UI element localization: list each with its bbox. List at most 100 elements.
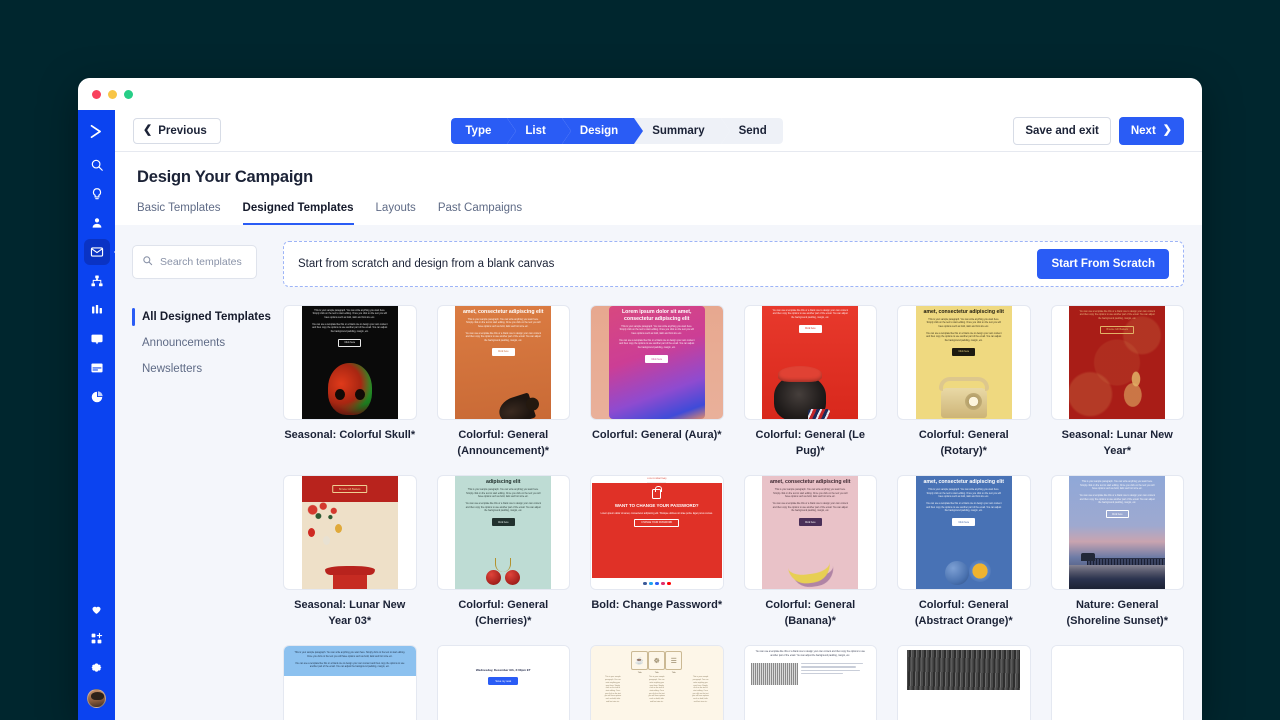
thumb-button: Click here: [798, 324, 822, 333]
thumb-paragraph: You can use a template like this or a bl…: [465, 503, 541, 512]
template-card[interactable]: Wednesday, December 9th, 2:00pm ET Save …: [436, 645, 570, 720]
bar-chart-icon[interactable]: [84, 297, 110, 323]
tab-basic-templates[interactable]: Basic Templates: [137, 202, 221, 225]
browser-icon[interactable]: [84, 355, 110, 381]
template-card[interactable]: Lorem ipsum dolor sit amet, consectetur …: [590, 305, 724, 459]
thumb-button: Click here: [952, 347, 976, 356]
search-templates-box[interactable]: [132, 245, 257, 279]
step-send[interactable]: Send: [720, 117, 783, 144]
template-card[interactable]: amet, consectetur adipiscing elit This i…: [897, 305, 1031, 459]
thumb-paragraph: This is your sample paragraph. You can w…: [692, 676, 709, 703]
template-label: Bold: Change Password*: [591, 599, 723, 612]
step-summary-label: Summary: [652, 124, 705, 137]
tab-layouts[interactable]: Layouts: [376, 202, 416, 225]
sidebar-item-campaigns[interactable]: [83, 239, 110, 265]
previous-button[interactable]: ❮ Previous: [133, 117, 221, 144]
rotary-phone-art: [938, 377, 989, 418]
template-card[interactable]: This is your sample paragraph. You can w…: [283, 645, 417, 720]
thumb-button: Click here: [645, 355, 669, 363]
gear-icon[interactable]: [84, 654, 110, 680]
start-from-scratch-button[interactable]: Start From Scratch: [1037, 249, 1169, 279]
thumb-paragraph: You can use a template like this or a bl…: [755, 651, 865, 657]
category-all-designed-templates[interactable]: All Designed Templates: [132, 304, 273, 330]
category-announcements[interactable]: Announcements: [132, 330, 273, 356]
pie-chart-icon[interactable]: [84, 384, 110, 410]
step-type-label: Type: [465, 124, 492, 137]
lunar-scene-art: [302, 502, 398, 590]
search-input[interactable]: [160, 256, 247, 268]
template-card[interactable]: Browse Gift Baskets Seasonal: Lunar New …: [283, 475, 417, 629]
step-design[interactable]: Design: [561, 117, 644, 144]
next-button[interactable]: Next ❯: [1118, 116, 1184, 145]
save-and-exit-button[interactable]: Save and exit: [1013, 116, 1111, 145]
thumb-paragraph: You can use a template like this or a bl…: [618, 340, 695, 349]
thumb-paragraph: This is your sample paragraph. You can w…: [648, 676, 666, 703]
megaphone-art: [496, 392, 537, 419]
rail-bottom-group: [84, 596, 110, 720]
template-thumbnail: You can use a template like this or a bl…: [743, 305, 877, 420]
template-thumbnail: [897, 645, 1031, 720]
template-card[interactable]: You can use a template like this or a bl…: [743, 645, 877, 720]
template-card[interactable]: This is your sample paragraph. You can w…: [1050, 475, 1184, 629]
template-card[interactable]: adipiscing elit This is your sample para…: [436, 475, 570, 629]
sitemap-icon[interactable]: [84, 268, 110, 294]
thumb-paragraph: You can use a template like this or a bl…: [295, 663, 405, 669]
thumb-paragraph: This is your sample paragraph. You can w…: [926, 489, 1001, 498]
activecampaign-logo-icon[interactable]: [84, 118, 110, 144]
template-thumbnail: This is your sample paragraph. You can w…: [283, 645, 417, 720]
mail-icon: [90, 245, 104, 259]
tab-past-campaigns[interactable]: Past Campaigns: [438, 202, 522, 225]
template-label: Seasonal: Lunar New Year*: [1061, 429, 1173, 457]
thumb-paragraph: You can use a template like this or a bl…: [465, 333, 541, 342]
template-thumbnail: LOGO CONTACT FAQ WANT TO CHANGE YOUR PASSW…: [590, 475, 724, 591]
template-thumbnail: This is your sample paragraph. You can w…: [283, 305, 417, 420]
apps-grid-plus-icon[interactable]: [84, 625, 110, 651]
thumb-paragraph: This is your sample paragraph. You can w…: [773, 489, 848, 498]
template-card[interactable]: amet, consectetur adipiscing elit This i…: [743, 475, 877, 629]
template-label: Colorful: General (Rotary)*: [918, 429, 1009, 457]
template-card[interactable]: amet, consectetur adipiscing elit This i…: [436, 305, 570, 459]
shoreline-art: [1069, 518, 1166, 590]
step-summary[interactable]: Summary: [634, 117, 731, 144]
search-icon[interactable]: [84, 152, 110, 178]
category-newsletters[interactable]: Newsletters: [132, 356, 273, 382]
thumb-button: Browse Gift Baskets: [1100, 325, 1134, 334]
template-thumbnail: [1050, 645, 1184, 720]
template-card[interactable]: amet, consectetur adipiscing elit This i…: [897, 475, 1031, 629]
person-icon[interactable]: [84, 210, 110, 236]
close-window-button[interactable]: [92, 89, 101, 99]
template-card[interactable]: ☕ Title ☸ Title ☰ Title This is your sample…: [590, 645, 724, 720]
maximize-window-button[interactable]: [124, 89, 133, 99]
template-card[interactable]: LOGO CONTACT FAQ WANT TO CHANGE YOUR PASSW…: [590, 475, 724, 629]
template-thumbnail: Browse Gift Baskets: [283, 475, 417, 591]
thumb-heading: amet, consectetur adipiscing elit: [923, 309, 1004, 315]
browser-window: ❮ Previous Type List Design Summary Send…: [78, 78, 1202, 720]
template-label: Nature: General (Shoreline Sunset)*: [1066, 599, 1168, 627]
template-card[interactable]: You can use a template like this or a bl…: [743, 305, 877, 459]
template-card[interactable]: You can use a template like this or a bl…: [1050, 305, 1184, 459]
template-label: Colorful: General (Aura)*: [591, 429, 722, 441]
city-photo-art: [907, 650, 1021, 691]
page-title: Design Your Campaign: [137, 168, 314, 186]
template-card[interactable]: This is your sample paragraph. You can w…: [283, 305, 417, 459]
lock-icon: [652, 486, 663, 500]
template-card[interactable]: [1050, 645, 1184, 720]
lightbulb-icon[interactable]: [84, 181, 110, 207]
step-design-label: Design: [579, 124, 619, 137]
abstract-orange-art: [944, 561, 969, 586]
thumb-paragraph: This is your sample paragraph. You can w…: [466, 319, 541, 328]
step-type[interactable]: Type: [451, 117, 517, 144]
avatar[interactable]: [87, 689, 106, 708]
minimize-window-button[interactable]: [108, 89, 117, 99]
tab-designed-templates[interactable]: Designed Templates: [242, 202, 354, 225]
template-thumbnail: This is your sample paragraph. You can w…: [1050, 475, 1184, 591]
thumb-paragraph: This is your sample paragraph. You can w…: [604, 676, 622, 703]
heart-icon[interactable]: [84, 596, 110, 622]
category-list: All Designed Templates Announcements New…: [132, 304, 273, 382]
thumb-paragraph: This is your sample paragraph. You can w…: [619, 326, 694, 335]
chat-icon[interactable]: [84, 326, 110, 352]
template-card[interactable]: [897, 645, 1031, 720]
template-thumbnail: ☕ Title ☸ Title ☰ Title This is your sample…: [590, 645, 724, 720]
thumb-button: Click here: [491, 518, 515, 527]
template-thumbnail: amet, consectetur adipiscing elit This i…: [897, 305, 1031, 420]
